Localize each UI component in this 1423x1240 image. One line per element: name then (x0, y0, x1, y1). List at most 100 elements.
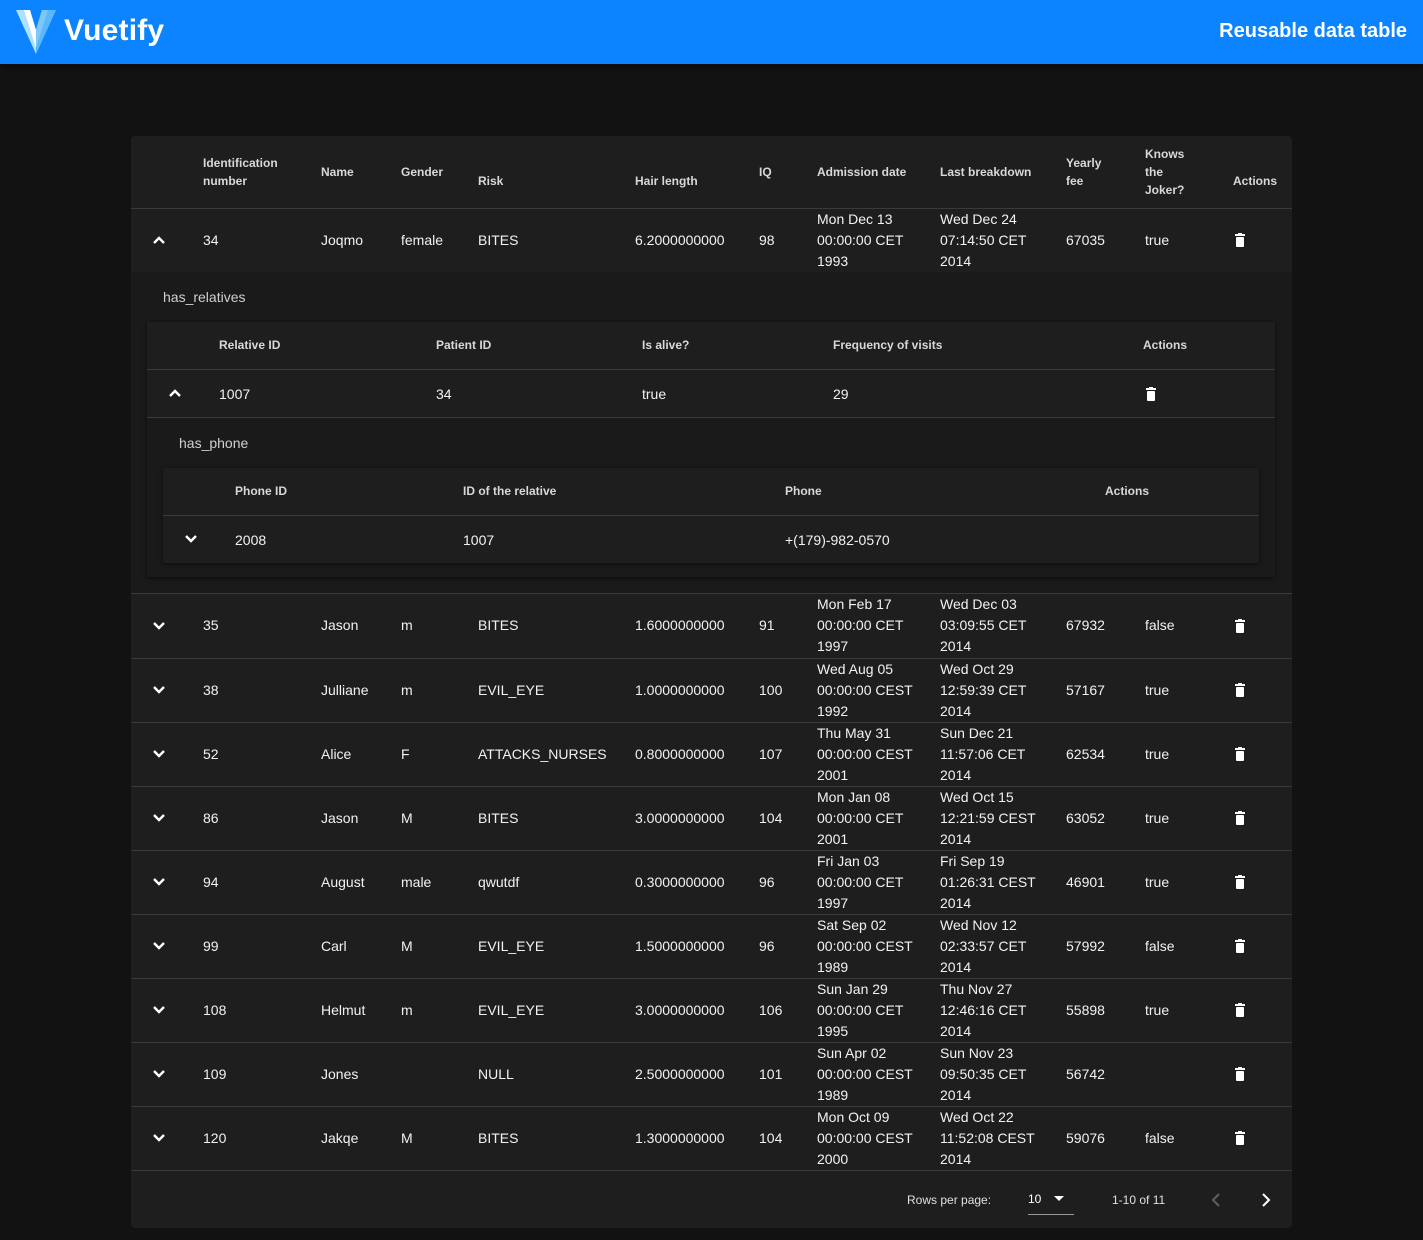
id-cell: 38 (203, 658, 321, 723)
admission-date-cell: Thu May 31 00:00:00 CEST 2001 (817, 722, 940, 787)
yearly-fee-cell: 59076 (1066, 1106, 1145, 1171)
yearly-fee-cell: 63052 (1066, 786, 1145, 851)
app-bar: Vuetify Reusable data table (0, 0, 1423, 64)
risk-cell: BITES (478, 594, 635, 659)
risk-cell: qwutdf (478, 850, 635, 915)
delete-icon[interactable] (1233, 811, 1247, 825)
delete-icon[interactable] (1233, 1003, 1247, 1017)
relatives-section-title: has_relatives (163, 289, 246, 305)
delete-icon[interactable] (1233, 747, 1247, 761)
header-yearly-fee[interactable]: Yearly fee (1066, 136, 1145, 209)
yearly-fee-cell: 57992 (1066, 914, 1145, 979)
header-relative-id[interactable]: Relative ID (219, 338, 280, 352)
phone-id-cell: 2008 (235, 532, 267, 548)
header-frequency-of-visits[interactable]: Frequency of visits (833, 338, 942, 352)
expand-cell (131, 722, 203, 787)
knows-joker-cell: true (1145, 786, 1233, 851)
expand-row-icon[interactable] (151, 1130, 167, 1146)
expand-cell (131, 594, 203, 659)
delete-icon[interactable] (1233, 1067, 1247, 1081)
delete-relative-icon[interactable] (1144, 387, 1158, 401)
delete-icon[interactable] (1233, 233, 1247, 247)
header-name[interactable]: Name (321, 136, 401, 209)
name-cell: Alice (321, 722, 401, 787)
risk-cell: NULL (478, 1042, 635, 1107)
rows-per-page-select[interactable]: 10 (1028, 1185, 1074, 1215)
header-id-of-the-relative[interactable]: ID of the relative (463, 484, 556, 498)
expand-cell (131, 208, 203, 273)
hair-length-cell: 1.3000000000 (635, 1106, 759, 1171)
gender-cell: m (401, 658, 478, 723)
iq-cell: 104 (759, 1106, 817, 1171)
last-breakdown-cell: Fri Sep 19 01:26:31 CEST 2014 (940, 850, 1066, 915)
gender-cell: m (401, 978, 478, 1043)
name-cell: August (321, 850, 401, 915)
header-phone-id[interactable]: Phone ID (235, 484, 287, 498)
last-breakdown-cell: Wed Dec 24 07:14:50 CET 2014 (940, 208, 1066, 273)
header-patient-id[interactable]: Patient ID (436, 338, 491, 352)
yearly-fee-cell: 55898 (1066, 978, 1145, 1043)
next-page-icon[interactable] (1256, 1190, 1276, 1210)
name-cell: Jakqe (321, 1106, 401, 1171)
previous-page-icon[interactable] (1206, 1190, 1226, 1210)
id-cell: 86 (203, 786, 321, 851)
expand-row-icon[interactable] (151, 1002, 167, 1018)
delete-icon[interactable] (1233, 618, 1247, 633)
id-cell: 108 (203, 978, 321, 1043)
header-is-alive[interactable]: Is alive? (642, 338, 689, 352)
actions-cell (1233, 722, 1292, 787)
gender-cell (401, 1042, 478, 1107)
header-admission-date[interactable]: Admission date (817, 136, 940, 209)
yearly-fee-cell: 62534 (1066, 722, 1145, 787)
expand-row-icon[interactable] (151, 682, 167, 698)
delete-icon[interactable] (1233, 1131, 1247, 1145)
risk-cell: BITES (478, 1106, 635, 1171)
header-relatives-actions: Actions (1143, 338, 1188, 352)
header-gender[interactable]: Gender (401, 136, 478, 209)
iq-cell: 104 (759, 786, 817, 851)
risk-cell: BITES (478, 786, 635, 851)
delete-icon[interactable] (1233, 683, 1247, 697)
expand-cell (131, 786, 203, 851)
expand-row-icon[interactable] (151, 874, 167, 890)
expanded-row-details: has_relatives Relative ID Patient ID Is … (131, 272, 1292, 594)
admission-date-cell: Mon Dec 13 00:00:00 CET 1993 (817, 208, 940, 273)
last-breakdown-cell: Thu Nov 27 12:46:16 CET 2014 (940, 978, 1066, 1043)
admission-date-cell: Sun Jan 29 00:00:00 CET 1995 (817, 978, 940, 1043)
actions-cell (1233, 850, 1292, 915)
collapse-relative-icon[interactable] (167, 385, 183, 401)
phone-section-title: has_phone (179, 435, 249, 451)
actions-cell (1233, 1106, 1292, 1171)
header-phone[interactable]: Phone (785, 484, 822, 498)
expand-row-icon[interactable] (151, 1066, 167, 1082)
header-hair-length[interactable]: Hair length (635, 136, 759, 209)
header-knows-the-joker[interactable]: Knows the Joker? (1145, 136, 1233, 209)
hair-length-cell: 3.0000000000 (635, 978, 759, 1043)
admission-date-cell: Mon Oct 09 00:00:00 CEST 2000 (817, 1106, 940, 1171)
expand-cell (131, 978, 203, 1043)
name-cell: Jones (321, 1042, 401, 1107)
header-risk[interactable]: Risk (478, 136, 635, 209)
knows-joker-cell: false (1145, 1106, 1233, 1171)
collapse-row-icon[interactable] (151, 232, 167, 248)
header-last-breakdown[interactable]: Last breakdown (940, 136, 1066, 209)
header-identification-number[interactable]: Identification number (203, 136, 321, 209)
id-cell: 99 (203, 914, 321, 979)
page-title: Reusable data table (1219, 20, 1407, 42)
yearly-fee-cell: 67932 (1066, 594, 1145, 659)
table-row: 52 Alice F ATTACKS_NURSES 0.8000000000 107 Thu… (131, 722, 1292, 787)
actions-cell (1233, 208, 1292, 273)
knows-joker-cell: false (1145, 914, 1233, 979)
delete-icon[interactable] (1233, 939, 1247, 953)
expand-row-icon[interactable] (151, 618, 167, 634)
expand-row-icon[interactable] (151, 810, 167, 826)
name-cell: Julliane (321, 658, 401, 723)
expand-row-icon[interactable] (151, 746, 167, 762)
last-breakdown-cell: Wed Oct 22 11:52:08 CEST 2014 (940, 1106, 1066, 1171)
expand-phone-icon[interactable] (183, 531, 199, 547)
delete-icon[interactable] (1233, 875, 1247, 889)
expand-row-icon[interactable] (151, 938, 167, 954)
last-breakdown-cell: Sun Nov 23 09:50:35 CET 2014 (940, 1042, 1066, 1107)
risk-cell: ATTACKS_NURSES (478, 722, 635, 787)
header-iq[interactable]: IQ (759, 136, 817, 209)
